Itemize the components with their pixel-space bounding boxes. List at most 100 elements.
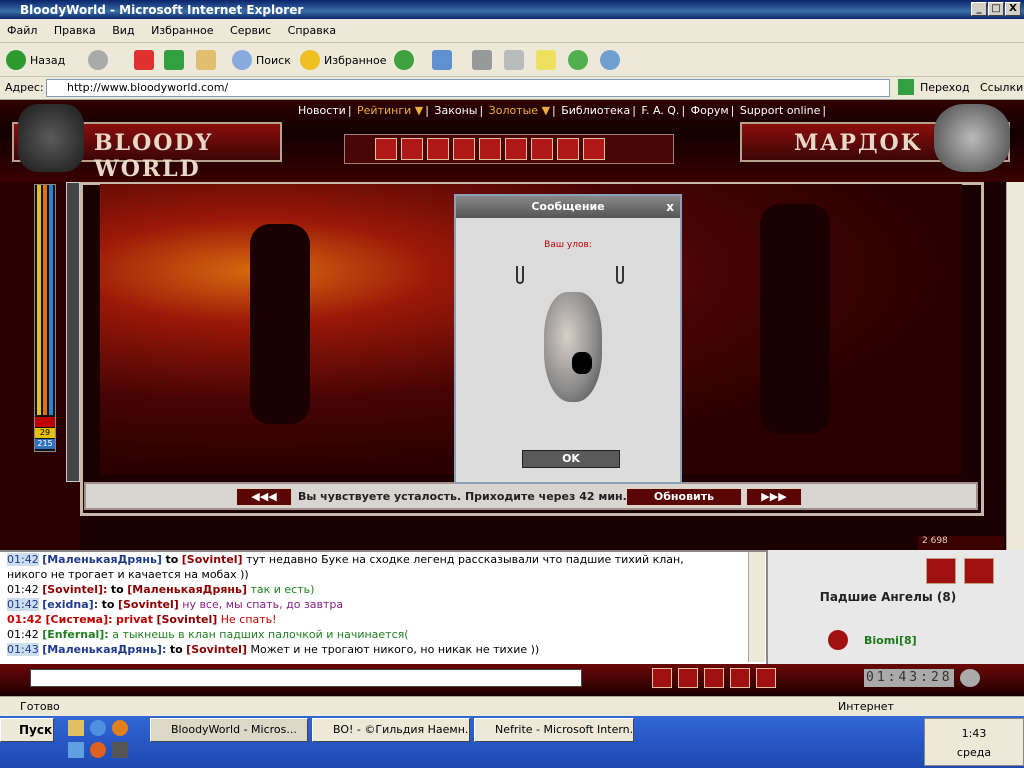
bag-icon[interactable] (375, 138, 397, 160)
minimize-button[interactable]: _ (971, 2, 987, 16)
shield-icon[interactable] (427, 138, 449, 160)
chat-line: 01:42 [МаленькаяДрянь] to [Sovintel] тут… (0, 552, 766, 567)
refresh-location-button[interactable]: Обновить (626, 488, 742, 506)
gate-icon[interactable] (583, 138, 605, 160)
nav-laws[interactable]: Законы (434, 104, 477, 117)
stop-button[interactable] (134, 48, 154, 72)
chat-line: 01:42 [Enfernal]: а тыкнешь в клан падши… (0, 627, 766, 642)
scroll-icon[interactable] (479, 138, 501, 160)
forward-button[interactable] (88, 48, 108, 72)
chat-nick[interactable]: [Enfernal]: (42, 628, 109, 641)
search-label: Поиск (256, 53, 291, 67)
nav-ratings[interactable]: Рейтинги ▼ (357, 104, 423, 117)
ie-icon[interactable] (90, 720, 106, 736)
flag-icon[interactable] (964, 558, 994, 584)
nav-forum[interactable]: Форум (691, 104, 729, 117)
go-button[interactable]: Переход (920, 81, 970, 94)
nav-news[interactable]: Новости (298, 104, 346, 117)
task-bloodyworld[interactable]: BloodyWorld - Micros... (150, 718, 308, 742)
chat-nick[interactable]: [Система]: (46, 613, 113, 626)
hand-icon[interactable] (505, 138, 527, 160)
start-button[interactable]: Пуск (0, 718, 54, 742)
task-nefrite[interactable]: Nefrite - Microsoft Intern... (474, 718, 634, 742)
refresh-button[interactable] (164, 48, 184, 72)
nav-faq[interactable]: F. A. Q. (641, 104, 679, 117)
messenger-button[interactable] (600, 48, 620, 72)
search-button[interactable]: Поиск (232, 48, 291, 72)
print-button[interactable] (472, 48, 492, 72)
links-button[interactable]: Ссылки (980, 81, 1023, 94)
page-content: Новости | Рейтинги ▼ | Законы | Золотые ▼ | … (0, 100, 1024, 696)
task-guild[interactable]: BO! - ©Гильдия Наемн... (312, 718, 470, 742)
chat-nick[interactable]: [МаленькаяДрянь]: (42, 643, 166, 656)
close-button[interactable]: X (1005, 2, 1021, 16)
chat-target[interactable]: [Sovintel] (156, 613, 217, 626)
notes-button[interactable] (536, 48, 556, 72)
chat-nick[interactable]: [exidna]: (42, 598, 98, 611)
next-button[interactable]: ▶▶▶ (746, 488, 802, 506)
clan-member[interactable]: Biomi[8] (864, 634, 917, 647)
potion-icon[interactable] (531, 138, 553, 160)
chat-message: Может и не трогают никого, но никак не т… (250, 643, 540, 656)
status-text: Готово (20, 700, 60, 713)
page-scrollbar[interactable] (1006, 182, 1024, 550)
character-icon[interactable] (401, 138, 423, 160)
menu-bar: Файл Правка Вид Избранное Сервис Справка (0, 19, 1024, 43)
nav-gold[interactable]: Золотые ▼ (489, 104, 550, 117)
forward-arrow-icon (88, 50, 108, 70)
menu-tools[interactable]: Сервис (230, 24, 271, 37)
chat-nick[interactable]: [МаленькаяДрянь] (42, 553, 162, 566)
mail-icon[interactable] (557, 138, 579, 160)
dialog-close-button[interactable]: x (666, 196, 674, 218)
helmet-icon (18, 104, 84, 172)
mail-button[interactable] (432, 48, 452, 72)
message-dialog: Сообщение x Ваш улов: OK (454, 194, 682, 484)
home-button[interactable] (196, 48, 216, 72)
chat-time: 01:43 (7, 643, 39, 656)
chat-target[interactable]: [МаленькаяДрянь] (127, 583, 247, 596)
chat-line: 01:42 [Система]: privat [Sovintel] Не сп… (0, 612, 766, 627)
chat-target[interactable]: [Sovintel] (182, 553, 243, 566)
chat-target[interactable]: [Sovintel] (186, 643, 247, 656)
clan-emblem-icon (828, 630, 848, 650)
address-input[interactable]: http://www.bloodyworld.com/ (46, 79, 890, 97)
clan-filter-icon[interactable] (926, 558, 956, 584)
chat-settings-icon[interactable] (756, 668, 776, 688)
clan-panel: Падшие Ангелы (8) Biomi[8] (766, 550, 1024, 664)
key-icon[interactable] (453, 138, 475, 160)
chat-send-icon[interactable] (652, 668, 672, 688)
prev-button[interactable]: ◀◀◀ (236, 488, 292, 506)
search-icon (232, 50, 252, 70)
chat-message: ну все, мы спать, до завтра (182, 598, 344, 611)
chat-time: 01:42 (7, 598, 39, 611)
icq-button[interactable] (568, 48, 588, 72)
favorites-button[interactable]: Избранное (300, 48, 386, 72)
ok-button[interactable]: OK (522, 450, 620, 468)
back-button[interactable]: Назад (6, 48, 65, 72)
history-button[interactable] (394, 48, 414, 72)
quicklaunch-icon-6[interactable] (112, 742, 128, 758)
site-nav: Новости | Рейтинги ▼ | Законы | Золотые ▼ | … (298, 104, 827, 117)
edit-button[interactable] (504, 48, 524, 72)
nav-support[interactable]: Support online (740, 104, 821, 117)
quicklaunch-icon-1[interactable] (68, 720, 84, 736)
menu-view[interactable]: Вид (112, 24, 134, 37)
menu-favorites[interactable]: Избранное (151, 24, 213, 37)
smiley-icon[interactable] (730, 668, 750, 688)
chat-clear-icon[interactable] (678, 668, 698, 688)
menu-edit[interactable]: Правка (54, 24, 96, 37)
chat-nick[interactable]: [Sovintel]: (42, 583, 107, 596)
chat-target[interactable]: [Sovintel] (118, 598, 179, 611)
nav-library[interactable]: Библиотека (561, 104, 630, 117)
firefox-icon[interactable] (90, 742, 106, 758)
menu-file[interactable]: Файл (7, 24, 37, 37)
chat-filter-icon[interactable] (704, 668, 724, 688)
go-arrow-icon[interactable] (898, 79, 914, 95)
quicklaunch-icon-4[interactable] (68, 742, 84, 758)
media-icon[interactable] (112, 720, 128, 736)
menu-help[interactable]: Справка (288, 24, 336, 37)
chat-scrollbar[interactable] (748, 552, 765, 662)
maximize-button[interactable]: □ (988, 2, 1004, 16)
chat-direction: to (165, 553, 179, 566)
chat-input[interactable] (30, 669, 582, 687)
